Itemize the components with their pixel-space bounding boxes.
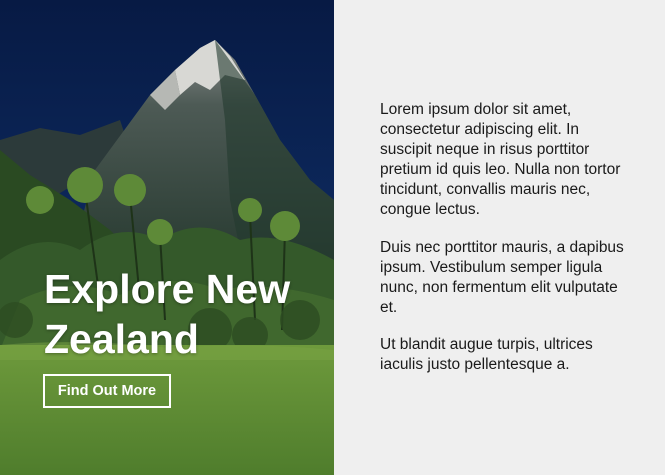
paragraph-2: Duis nec porttitor mauris, a dapibus ips… — [380, 239, 624, 316]
content-panel: Lorem ipsum dolor sit amet, consectetur … — [334, 0, 665, 475]
paragraph-1: Lorem ipsum dolor sit amet, consectetur … — [380, 101, 621, 218]
paragraph-3: Ut blandit augue turpis, ultrices iaculi… — [380, 336, 593, 373]
hero-title: Explore New Zealand — [44, 266, 291, 362]
find-out-more-button[interactable]: Find Out More — [43, 374, 171, 408]
hero-section: Explore New Zealand Find Out More — [0, 0, 334, 475]
